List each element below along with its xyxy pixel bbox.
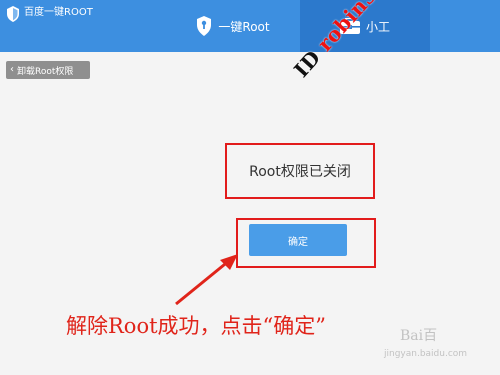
watermark-brand: Bai百	[400, 328, 438, 344]
watermark-url: jingyan.baidu.com	[384, 349, 468, 359]
title-bar: 百度一键ROOT 一键Root 小工	[0, 0, 500, 52]
toolbox-icon	[339, 18, 360, 34]
tab-tools-label: 小工	[365, 19, 390, 34]
shield-key-icon	[197, 16, 212, 36]
site-watermark: Bai百 jingyan.baidu.com	[384, 325, 494, 369]
status-message: Root权限已关闭	[249, 164, 351, 180]
tab-one-click-root[interactable]: 一键Root	[166, 0, 300, 52]
app-title: 百度一键ROOT	[24, 7, 93, 18]
confirm-button[interactable]: 确定	[249, 224, 347, 256]
shield-logo-icon	[7, 6, 19, 22]
annotation-caption: 解除Root成功，点击“确定”	[66, 314, 327, 338]
status-highlight-box: Root权限已关闭	[225, 143, 375, 199]
uninstall-root-button[interactable]: ‹ 卸载Root权限	[6, 61, 90, 79]
tab-tools[interactable]: 小工	[300, 0, 430, 52]
tab-one-click-root-label: 一键Root	[218, 19, 270, 34]
uninstall-root-label: 卸载Root权限	[17, 66, 74, 77]
chevron-left-icon: ‹	[10, 64, 14, 75]
red-arrow-icon	[175, 254, 238, 306]
